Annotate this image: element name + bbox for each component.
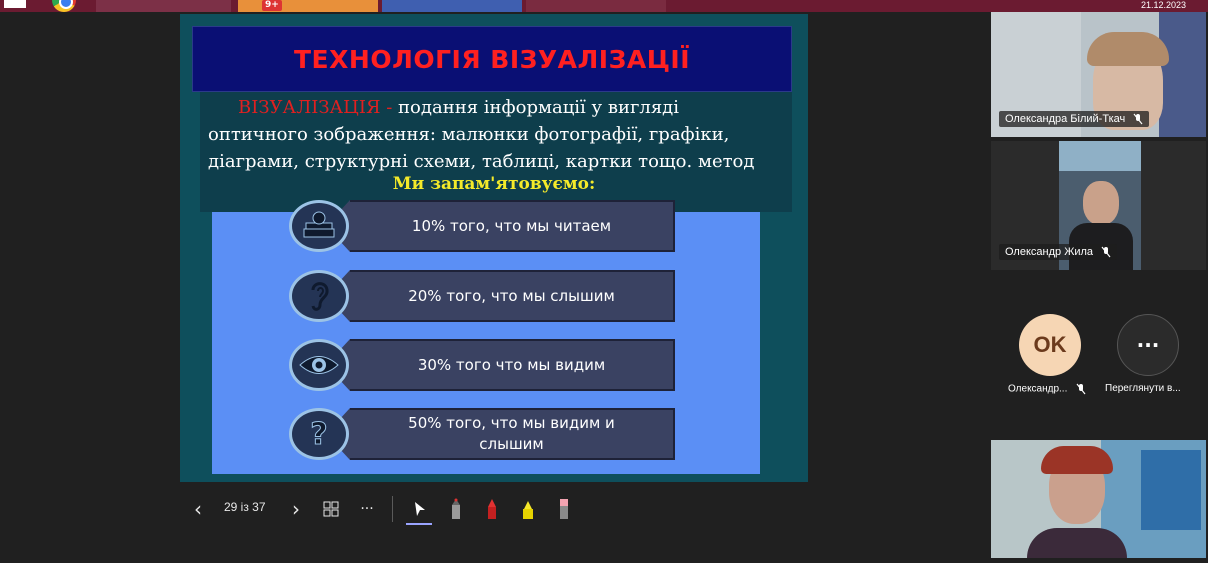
- taskbar-app-active[interactable]: [238, 0, 378, 12]
- taskbar-app-skype[interactable]: [96, 0, 231, 12]
- taskbar-app-doc[interactable]: [526, 0, 666, 12]
- memory-item-see: 30% того что мы видим: [326, 339, 675, 391]
- participant-name-bar: Олександр Жила: [999, 242, 1118, 262]
- mic-off-icon: [1076, 383, 1086, 395]
- participant-label-3: Олександр...: [1008, 383, 1086, 395]
- background-door: [1141, 450, 1201, 530]
- memory-item-text: 30% того что мы видим: [417, 355, 606, 374]
- book-apple-icon: [289, 200, 349, 252]
- taskbar: 9+ 21.12.2023: [0, 0, 1208, 12]
- previous-slide-button[interactable]: ‹: [190, 497, 206, 521]
- participant-face: [1083, 181, 1119, 225]
- participant-video-2[interactable]: Олександр Жила: [991, 141, 1206, 270]
- eraser-button[interactable]: [554, 498, 574, 520]
- svg-text:?: ?: [310, 417, 327, 452]
- chrome-icon[interactable]: [52, 0, 76, 12]
- slide-dash: -: [380, 97, 399, 118]
- participant-name-bar: Олександра Білий-Ткач: [999, 109, 1150, 129]
- question-mark-icon: ?: [289, 408, 349, 460]
- laser-pointer-button[interactable]: [410, 498, 430, 520]
- memory-item-read: 10% того, что мы читаем: [326, 200, 675, 252]
- meeting-window: { "system": { "date": "21.12.2023", "bad…: [0, 0, 1208, 563]
- toolbar-divider: [392, 496, 393, 522]
- taskbar-app-teams[interactable]: [382, 0, 522, 12]
- participant-video-4[interactable]: [991, 440, 1206, 558]
- participant-hair: [1041, 446, 1113, 474]
- background-picture: [1059, 141, 1141, 171]
- more-options-button[interactable]: ···: [356, 498, 378, 520]
- slide-grid-button[interactable]: [320, 498, 342, 520]
- active-tool-indicator: [406, 523, 432, 525]
- participant-hair: [1087, 32, 1169, 66]
- memory-item-text: 10% того, что мы читаем: [411, 216, 612, 235]
- windows-start-icon[interactable]: [4, 0, 26, 8]
- participant-avatar-ok[interactable]: OK: [1019, 314, 1081, 376]
- slide-definition: ВІЗУАЛІЗАЦІЯ - подання інформації у вигл…: [208, 94, 778, 175]
- memory-item-see-hear: 50% того, что мы видим и слышим: [326, 408, 675, 460]
- memory-item-text: 50% того, что мы видим и слышим: [408, 414, 615, 453]
- participant-name: Олександр Жила: [1005, 246, 1094, 258]
- eraser-icon: [560, 499, 568, 519]
- pen-icon: [452, 498, 460, 519]
- ear-icon: [289, 270, 349, 322]
- participant-name: Олександра Білий-Ткач: [1005, 113, 1126, 125]
- memory-item-text: 20% того, что мы слышим: [408, 286, 615, 305]
- eye-icon: [289, 339, 349, 391]
- highlighter-button[interactable]: [518, 498, 538, 520]
- mic-off-icon: [1101, 246, 1111, 258]
- mic-off-icon: [1133, 113, 1143, 125]
- notification-badge: 9+: [262, 0, 282, 11]
- page-counter: 29 із 37: [224, 500, 266, 514]
- presenter-toolbar: ‹ 29 із 37 › ···: [180, 492, 600, 528]
- participant-body: [1027, 528, 1127, 558]
- slide-term: ВІЗУАЛІЗАЦІЯ: [238, 97, 381, 118]
- participant-video-1[interactable]: Олександра Білий-Ткач: [991, 12, 1206, 137]
- slides-grid-icon: [323, 501, 339, 517]
- view-more-participants-button[interactable]: ···: [1117, 314, 1179, 376]
- pen-button[interactable]: [446, 498, 466, 520]
- next-slide-button[interactable]: ›: [288, 497, 304, 521]
- slide-subtitle: Ми запам'ятовуємо:: [392, 174, 596, 194]
- pointer-icon: [415, 502, 425, 516]
- view-more-label[interactable]: Переглянути в...: [1105, 383, 1181, 394]
- slide-title: ТЕХНОЛОГІЯ ВІЗУАЛІЗАЦІЇ: [294, 44, 690, 74]
- red-pen-icon: [488, 499, 496, 519]
- red-pen-button[interactable]: [482, 498, 502, 520]
- clock-date: 21.12.2023: [1140, 0, 1186, 10]
- background-poster: [1159, 12, 1206, 137]
- highlighter-icon: [523, 501, 533, 519]
- slide-title-bar: ТЕХНОЛОГІЯ ВІЗУАЛІЗАЦІЇ: [192, 26, 792, 92]
- memory-item-hear: 20% того, что мы слышим: [326, 270, 675, 322]
- participant-name: Олександр...: [1008, 383, 1068, 395]
